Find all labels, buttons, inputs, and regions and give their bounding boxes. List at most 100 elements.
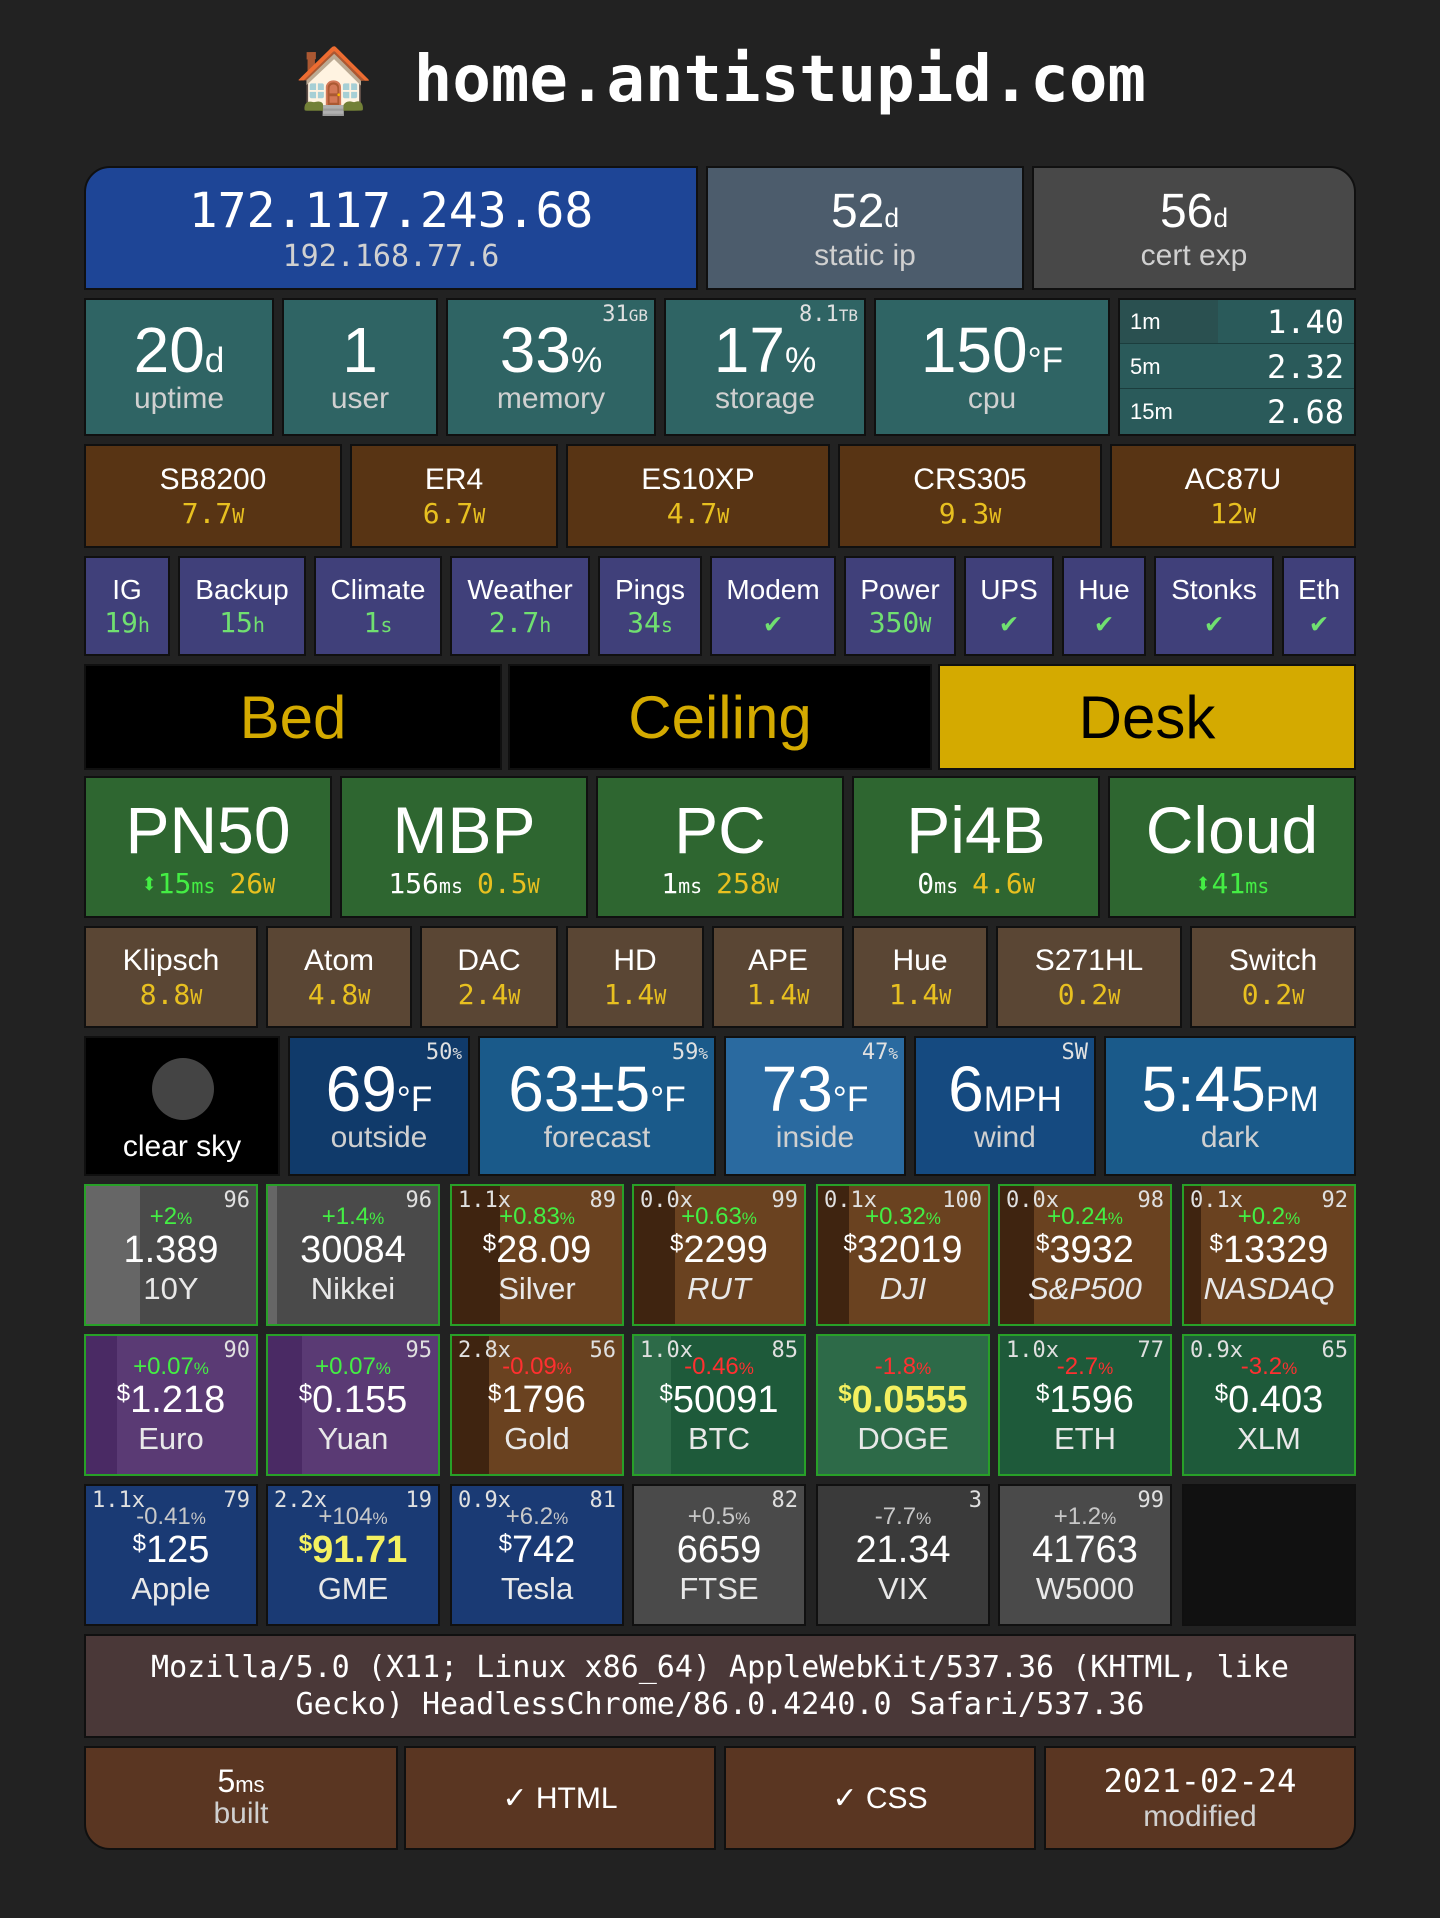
price-value: 1796 (501, 1379, 586, 1422)
ticker-change: -0.09% (502, 1353, 572, 1381)
appliance-tile: APE 1.4W (712, 926, 844, 1028)
html-valid-label[interactable]: ✓ HTML (502, 1781, 617, 1816)
html-valid-tile[interactable]: ✓ HTML (404, 1746, 716, 1850)
change-unit: % (916, 1359, 932, 1379)
service-name: IG (112, 573, 142, 605)
ticker-rank: 99 (1137, 1488, 1165, 1513)
watt-value: 12 (1210, 496, 1244, 530)
currency-symbol: $ (659, 1380, 673, 1408)
watt-value: 4.8 (307, 977, 359, 1011)
service-status: 1s (364, 606, 393, 639)
device-name: CRS305 (913, 462, 1027, 496)
appliance-watts: 8.8W (140, 978, 203, 1011)
ticker-change: -0.41% (136, 1503, 206, 1531)
ticker-price: $1.218 (117, 1380, 225, 1421)
currency-symbol: $ (298, 1380, 313, 1408)
appliance-tile: Klipsch 8.8W (84, 926, 258, 1028)
users-tile: 1 user (282, 298, 438, 436)
change-value: -2.7 (1056, 1353, 1099, 1381)
ticker-name: Gold (504, 1420, 570, 1456)
ticker-name: 10Y (143, 1270, 199, 1306)
watt-unit: W (989, 503, 1002, 528)
service-name: Backup (195, 573, 289, 605)
forecast-humidity: 59 (671, 1040, 699, 1065)
change-value: +0.83 (499, 1203, 560, 1231)
css-valid-label[interactable]: ✓ CSS (832, 1781, 927, 1816)
network-device-tile: SB8200 7.7W (84, 444, 342, 548)
change-unit: % (1282, 1359, 1298, 1379)
memory-label: memory (496, 382, 606, 415)
computer-name: Cloud (1145, 793, 1319, 868)
service-tile: Backup 15h (178, 556, 306, 656)
change-value: +104 (318, 1503, 373, 1531)
computer-stats: ⬍15ms 26W (141, 867, 275, 900)
watt-unit: W (797, 984, 810, 1009)
ticker-tile: 0.0x 98 +0.24% $3932 S&P500 (998, 1184, 1172, 1326)
ticker-tile: 2.2x 19 +104% $91.71 GME (266, 1484, 440, 1626)
change-unit: % (375, 1359, 391, 1379)
service-status: 15h (219, 606, 265, 639)
change-unit: % (190, 1509, 206, 1529)
ticker-change: +0.63% (681, 1203, 757, 1231)
appliance-tile: DAC 2.4W (420, 926, 558, 1028)
currency-symbol: $ (1209, 1230, 1223, 1258)
computer-stats: ⬍41ms (1195, 867, 1270, 900)
light-name[interactable]: Desk (1079, 683, 1216, 752)
change-value: +0.32 (865, 1203, 926, 1231)
ticker-name: Nikkei (310, 1270, 396, 1306)
change-unit: % (738, 1359, 754, 1379)
device-watts: 6.7W (423, 497, 486, 530)
ticker-change: -2.7% (1057, 1353, 1113, 1381)
load-value: 1.40 (1266, 302, 1344, 341)
service-status: 2.7h (489, 606, 552, 639)
computer-tile: Cloud ⬍41ms (1108, 776, 1356, 918)
inside-temp-unit: °F (832, 1080, 869, 1119)
service-status: ✔ (1311, 606, 1328, 639)
ticker-change: +0.32% (865, 1203, 941, 1231)
appliance-watts: 1.4W (747, 978, 810, 1011)
computer-tile: PN50 ⬍15ms 26W (84, 776, 332, 918)
watt-value: 258 (716, 866, 767, 900)
sky-condition: clear sky (122, 1130, 242, 1163)
storage-tile: 8.1TB 17% storage (664, 298, 866, 436)
service-value: ✔ (1000, 605, 1018, 639)
light-toggle-desk[interactable]: Desk (938, 664, 1356, 770)
ticker-name: BTC (688, 1420, 750, 1456)
light-name[interactable]: Bed (240, 683, 347, 752)
modified-tile: 2021-02-24 modified (1044, 1746, 1356, 1850)
change-unit: % (1101, 1509, 1117, 1529)
ticker-tile: -1.8% $0.0555 DOGE (816, 1334, 990, 1476)
static-ip-tile: 52d static ip (706, 166, 1024, 290)
watt-unit: W (508, 984, 521, 1009)
load-row-15m: 15m 2.68 (1120, 390, 1354, 434)
watt-value: 4.7 (666, 496, 718, 530)
ticker-rank: 65 (1321, 1338, 1349, 1363)
ticker-change: +0.5% (688, 1503, 751, 1531)
cert-days: 56 (1159, 184, 1214, 238)
price-value: 91.71 (312, 1529, 408, 1572)
appliance-tile: HD 1.4W (566, 926, 704, 1028)
light-toggle-bed[interactable]: Bed (84, 664, 502, 770)
price-value: 125 (145, 1529, 210, 1572)
service-name: Stonks (1171, 573, 1257, 605)
network-device-tile: ER4 6.7W (350, 444, 558, 548)
ticker-tile: 1.0x 77 -2.7% $1596 ETH (998, 1334, 1172, 1476)
memory-value: 33 (499, 314, 571, 386)
static-ip-unit: d (884, 202, 900, 233)
currency-symbol: $ (482, 1230, 497, 1258)
css-valid-tile[interactable]: ✓ CSS (724, 1746, 1036, 1850)
price-value: 3932 (1049, 1229, 1134, 1272)
memory-total-unit: GB (628, 306, 648, 325)
service-value: ✔ (1095, 605, 1113, 639)
watt-value: 9.3 (938, 496, 990, 530)
sky-tile: clear sky (84, 1036, 280, 1176)
time-unit: PM (1265, 1080, 1319, 1119)
network-device-tile: AC87U 12W (1110, 444, 1356, 548)
ticker-rank: 99 (771, 1188, 799, 1213)
service-tile: Eth ✔ (1282, 556, 1356, 656)
load-row-1m: 1m 1.40 (1120, 300, 1354, 344)
light-name[interactable]: Ceiling (628, 683, 811, 752)
light-toggle-ceiling[interactable]: Ceiling (508, 664, 932, 770)
ticker-change: +0.2% (1238, 1203, 1301, 1231)
ticker-tile: 99 +1.2% 41763 W5000 (998, 1484, 1172, 1626)
